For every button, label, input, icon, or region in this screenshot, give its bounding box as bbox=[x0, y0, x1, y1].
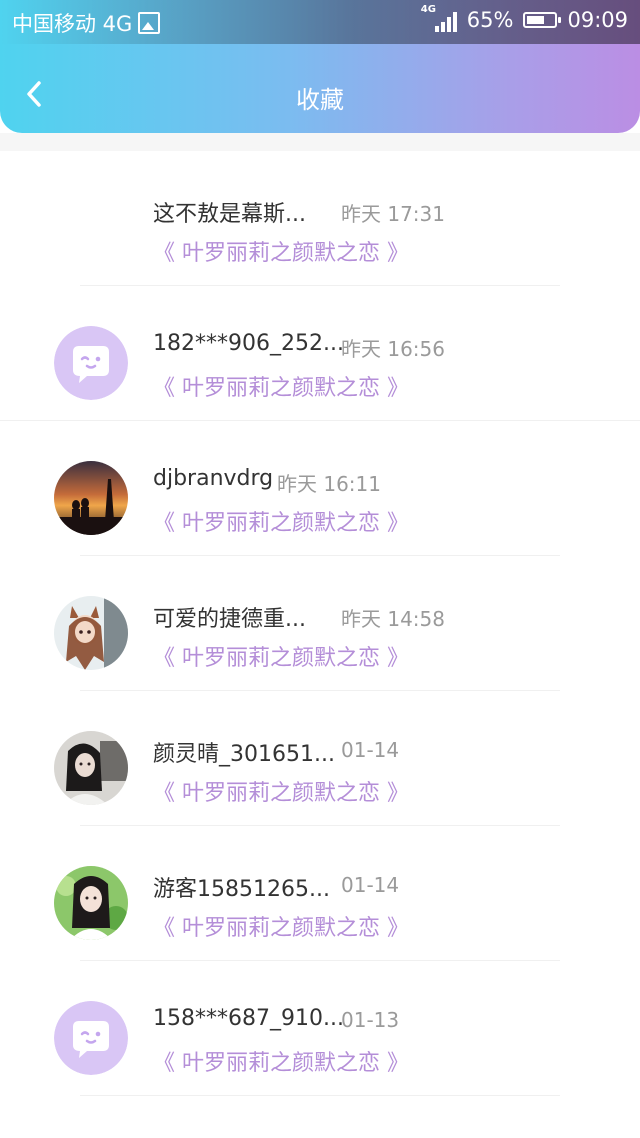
network-tag: 4G bbox=[420, 4, 436, 15]
item-name: 158***687_910... bbox=[153, 1006, 344, 1031]
list-item[interactable]: 182***906_252... 昨天 16:56 《 叶罗丽莉之颜默之恋 》 bbox=[0, 286, 640, 421]
item-book-title[interactable]: 《 叶罗丽莉之颜默之恋 》 bbox=[153, 235, 409, 267]
item-time: 昨天 16:56 bbox=[341, 337, 445, 361]
user-avatar[interactable] bbox=[54, 731, 128, 805]
list-item[interactable]: 可爱的捷德重... 昨天 14:58 《 叶罗丽莉之颜默之恋 》 bbox=[0, 556, 640, 691]
status-right: 4G 65% 09:09 bbox=[421, 4, 628, 32]
item-name: 182***906_252... bbox=[153, 331, 344, 356]
list-item[interactable]: djbranvdrg 昨天 16:11 《 叶罗丽莉之颜默之恋 》 bbox=[0, 421, 640, 556]
nav-bar: 收藏 bbox=[0, 62, 640, 128]
user-avatar[interactable] bbox=[54, 461, 128, 535]
item-name: djbranvdrg bbox=[153, 466, 274, 491]
list-item[interactable]: 这不敖是幕斯... 昨天 17:31 《 叶罗丽莉之颜默之恋 》 bbox=[0, 151, 640, 286]
image-notification-icon bbox=[138, 12, 161, 34]
item-time: 昨天 16:11 bbox=[277, 472, 381, 496]
list-top-spacer bbox=[0, 133, 640, 151]
battery-percent: 65% bbox=[466, 8, 514, 32]
header-bar: 中国移动 4G 4G 65% 09:09 收藏 bbox=[0, 0, 640, 133]
favorites-list: 这不敖是幕斯... 昨天 17:31 《 叶罗丽莉之颜默之恋 》 182***9… bbox=[0, 133, 640, 1096]
item-book-title[interactable]: 《 叶罗丽莉之颜默之恋 》 bbox=[153, 1045, 409, 1077]
list-item[interactable]: 游客15851265... 01-14 《 叶罗丽莉之颜默之恋 》 bbox=[0, 826, 640, 961]
battery-fill bbox=[527, 16, 545, 24]
battery-icon bbox=[523, 12, 562, 28]
item-name: 游客15851265... bbox=[153, 877, 330, 902]
item-book-title[interactable]: 《 叶罗丽莉之颜默之恋 》 bbox=[153, 910, 409, 942]
item-book-title[interactable]: 《 叶罗丽莉之颜默之恋 》 bbox=[153, 505, 409, 537]
carrier-label: 中国移动 4G bbox=[12, 12, 133, 36]
user-avatar[interactable] bbox=[54, 596, 128, 670]
status-bar: 中国移动 4G 4G 65% 09:09 bbox=[0, 0, 640, 44]
item-name: 这不敖是幕斯... bbox=[153, 202, 306, 227]
item-name: 可爱的捷德重... bbox=[153, 607, 306, 632]
list-item[interactable]: 颜灵晴_301651... 01-14 《 叶罗丽莉之颜默之恋 》 bbox=[0, 691, 640, 826]
item-name: 颜灵晴_301651... bbox=[153, 742, 335, 767]
item-time: 01-14 bbox=[341, 873, 400, 897]
item-time: 昨天 14:58 bbox=[341, 607, 445, 631]
divider bbox=[80, 1095, 560, 1096]
default-avatar-icon[interactable] bbox=[54, 326, 128, 400]
page-title: 收藏 bbox=[296, 86, 344, 114]
item-time: 01-14 bbox=[341, 738, 400, 762]
item-time: 01-13 bbox=[341, 1008, 400, 1032]
list-item[interactable]: 158***687_910... 01-13 《 叶罗丽莉之颜默之恋 》 bbox=[0, 961, 640, 1096]
clock: 09:09 bbox=[567, 8, 628, 32]
item-book-title[interactable]: 《 叶罗丽莉之颜默之恋 》 bbox=[153, 640, 409, 672]
item-book-title[interactable]: 《 叶罗丽莉之颜默之恋 》 bbox=[153, 775, 409, 807]
default-avatar-icon[interactable] bbox=[54, 1001, 128, 1075]
carrier-info: 中国移动 4G bbox=[12, 8, 161, 38]
signal-icon: 4G bbox=[421, 4, 457, 32]
user-avatar[interactable] bbox=[54, 866, 128, 940]
item-time: 昨天 17:31 bbox=[341, 202, 445, 226]
item-book-title[interactable]: 《 叶罗丽莉之颜默之恋 》 bbox=[153, 370, 409, 402]
